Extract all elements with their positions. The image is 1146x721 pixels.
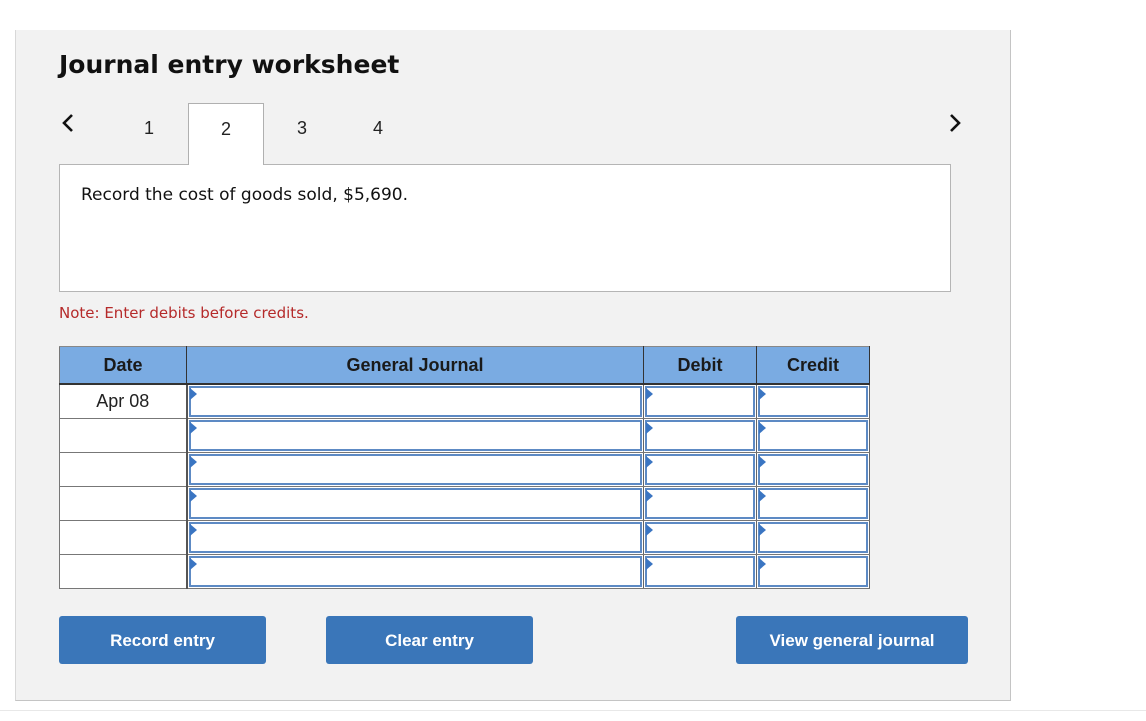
clear-entry-button[interactable]: Clear entry <box>326 616 533 664</box>
divider <box>0 710 1146 711</box>
account-input[interactable] <box>188 386 642 417</box>
credit-input[interactable] <box>758 556 868 587</box>
debit-input[interactable] <box>645 454 755 485</box>
credit-cell <box>756 452 870 487</box>
debit-cell <box>643 486 757 521</box>
prompt-box: Record the cost of goods sold, $5,690. <box>59 164 951 292</box>
debit-input[interactable] <box>645 522 755 553</box>
debit-cell <box>643 554 757 589</box>
chevron-right-icon <box>950 114 961 132</box>
tab-label: 3 <box>296 118 307 138</box>
date-cell <box>59 520 188 555</box>
table-header-row: Date General Journal Debit Credit <box>59 346 870 385</box>
table-row: Apr 08 <box>59 384 870 419</box>
account-cell <box>186 384 644 419</box>
debit-input[interactable] <box>645 420 755 451</box>
credit-cell <box>756 384 870 419</box>
date-cell: Apr 08 <box>59 384 188 419</box>
table-row <box>59 418 870 453</box>
credit-cell <box>756 418 870 453</box>
tab-2[interactable]: 2 <box>188 103 264 165</box>
credit-input[interactable] <box>758 386 868 417</box>
header-date: Date <box>59 346 187 385</box>
debit-input[interactable] <box>645 386 755 417</box>
tab-label: 4 <box>372 118 383 138</box>
next-button[interactable] <box>948 112 968 136</box>
table-row <box>59 486 870 521</box>
account-input[interactable] <box>188 488 642 519</box>
prev-button[interactable] <box>61 112 81 136</box>
debit-input[interactable] <box>645 488 755 519</box>
credit-input[interactable] <box>758 522 868 553</box>
account-input[interactable] <box>188 420 642 451</box>
chevron-left-icon <box>62 114 73 132</box>
table-row <box>59 520 870 555</box>
credit-input[interactable] <box>758 420 868 451</box>
table-row <box>59 452 870 487</box>
credit-cell <box>756 520 870 555</box>
table-row <box>59 554 870 589</box>
tab-label: 2 <box>220 119 231 139</box>
debit-cell <box>643 452 757 487</box>
header-general-journal: General Journal <box>186 346 644 385</box>
account-cell <box>186 452 644 487</box>
page-title: Journal entry worksheet <box>59 50 400 79</box>
account-input[interactable] <box>188 556 642 587</box>
account-input[interactable] <box>188 454 642 485</box>
header-credit: Credit <box>756 346 870 385</box>
date-cell <box>59 554 188 589</box>
debit-input[interactable] <box>645 556 755 587</box>
header-debit: Debit <box>643 346 757 385</box>
prompt-text: Record the cost of goods sold, $5,690. <box>81 185 409 205</box>
credit-input[interactable] <box>758 488 868 519</box>
journal-table: Date General Journal Debit Credit Apr 08 <box>59 346 870 589</box>
debit-cell <box>643 418 757 453</box>
account-cell <box>186 418 644 453</box>
account-cell <box>186 486 644 521</box>
journal-worksheet-panel: Journal entry worksheet 1 2 3 4 Record t… <box>15 30 1011 701</box>
account-cell <box>186 520 644 555</box>
tab-4[interactable]: 4 <box>340 103 416 164</box>
date-cell <box>59 486 188 521</box>
note-text: Note: Enter debits before credits. <box>59 304 309 322</box>
date-cell <box>59 452 188 487</box>
record-entry-button[interactable]: Record entry <box>59 616 266 664</box>
tab-1[interactable]: 1 <box>111 103 187 164</box>
credit-cell <box>756 554 870 589</box>
account-input[interactable] <box>188 522 642 553</box>
debit-cell <box>643 520 757 555</box>
account-cell <box>186 554 644 589</box>
debit-cell <box>643 384 757 419</box>
tab-label: 1 <box>143 118 154 138</box>
credit-input[interactable] <box>758 454 868 485</box>
tab-3[interactable]: 3 <box>264 103 340 164</box>
view-general-journal-button[interactable]: View general journal <box>736 616 968 664</box>
credit-cell <box>756 486 870 521</box>
date-cell <box>59 418 188 453</box>
